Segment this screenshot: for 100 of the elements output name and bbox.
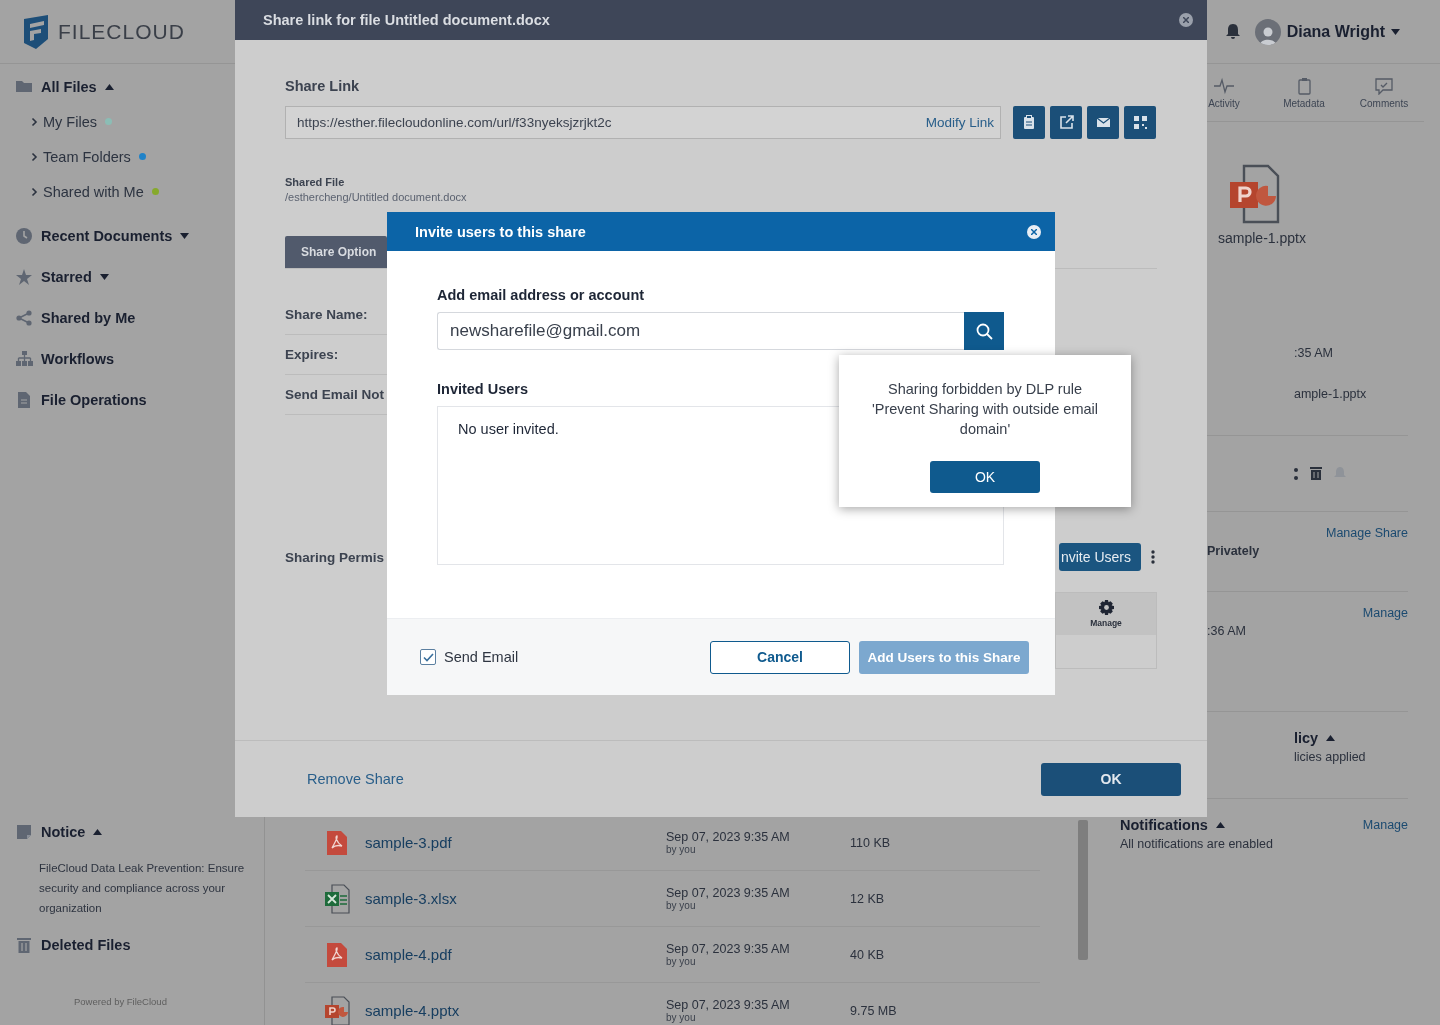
logo-wordmark: FILECLOUD (58, 19, 185, 44)
external-link-button[interactable] (1050, 106, 1082, 139)
ok-button[interactable]: OK (1041, 762, 1181, 796)
chevron-right-icon[interactable] (31, 186, 38, 197)
field-label: Add email address or account (437, 287, 646, 303)
search-button[interactable] (964, 312, 1004, 350)
column-header: Manage (1090, 618, 1122, 628)
modify-link[interactable]: Modify Link (925, 115, 994, 130)
file-size: 12 KB (850, 891, 885, 906)
manage-share-link[interactable]: Manage Share (1326, 526, 1408, 540)
field-label: Share Link (285, 78, 361, 94)
details-tab[interactable]: Comments (1344, 64, 1424, 121)
modified-by: by you (666, 900, 697, 911)
chevron-right-icon[interactable] (31, 151, 38, 162)
modified-by: by you (666, 844, 697, 855)
cancel-button[interactable]: Cancel (710, 640, 850, 674)
empty-state-text: No user invited. (458, 421, 559, 437)
gear-icon (1098, 600, 1114, 615)
avatar-silhouette[interactable] (1254, 18, 1281, 45)
folder-icon (16, 79, 33, 95)
spreadsheet-file-icon (324, 883, 350, 914)
envelope-icon (1095, 115, 1111, 130)
caret-down-icon[interactable] (180, 232, 190, 239)
field-label: Shared File (285, 176, 346, 188)
policy-text: licies applied (1294, 749, 1367, 766)
nav-item-label[interactable]: Shared by Me (41, 309, 136, 326)
file-path: /esthercheng/Untitled document.docx (285, 191, 468, 203)
clock-icon (16, 227, 33, 244)
file-size: 40 KB (850, 947, 885, 962)
file-size: 9.75 MB (850, 1003, 897, 1018)
close-button[interactable] (1179, 13, 1193, 27)
caret-down-icon[interactable] (1391, 28, 1400, 35)
nav-item-label[interactable]: All Files (41, 79, 97, 95)
tab[interactable]: Share Option (285, 236, 387, 268)
alert-message: Sharing forbidden by DLP rule 'Prevent Sharing with outside email domain' (871, 380, 1099, 439)
comment-icon (1374, 76, 1394, 95)
send-email-checkbox[interactable] (420, 649, 436, 665)
file-name-link[interactable]: sample-3.pdf (351, 834, 666, 851)
caret-up-icon[interactable] (93, 828, 103, 835)
bell-icon[interactable] (1224, 23, 1241, 40)
close-button[interactable] (1027, 224, 1041, 239)
caret-up-icon[interactable] (1326, 735, 1336, 741)
activity-icon (1214, 76, 1234, 95)
manage-link[interactable]: Manage (1362, 606, 1408, 620)
share-url-field[interactable]: https://esther.filecloudonline.com/url/f33nyeksjzrjkt2c Modify Link (285, 106, 1001, 139)
email-input[interactable]: newsharefile@gmail.com (437, 312, 964, 350)
nav-item-label[interactable]: Starred (41, 268, 92, 285)
nav-item-label[interactable]: Workflows (41, 350, 115, 367)
details-tab[interactable]: Metadata (1264, 64, 1344, 121)
caret-up-icon[interactable] (104, 84, 114, 90)
pdf-file-icon (326, 942, 348, 967)
file-name-link[interactable]: sample-4.pdf (351, 946, 666, 963)
section-title[interactable]: Notifications (1120, 817, 1208, 833)
nav-item-label[interactable]: Team Folders (43, 148, 131, 165)
external-link-icon (1058, 115, 1074, 130)
powered-by-text: Powered by FileCloud (73, 995, 168, 1007)
nav-item-label[interactable]: File Operations (41, 391, 147, 408)
checkbox-label: Send Email (444, 649, 519, 665)
close-icon[interactable] (1183, 17, 1189, 23)
presentation-file-icon (1228, 164, 1280, 224)
manage-link[interactable]: Manage (1362, 818, 1408, 832)
nav-item-label[interactable]: Shared with Me (43, 183, 144, 200)
nav-item-label[interactable]: Deleted Files (41, 937, 131, 953)
section-title[interactable]: Notice (41, 823, 86, 840)
caret-up-icon[interactable] (1215, 822, 1225, 828)
close-icon[interactable] (1031, 228, 1037, 235)
shield-logo-icon (22, 14, 50, 49)
file-name-link[interactable]: sample-4.pptx (351, 1002, 666, 1019)
ok-button[interactable]: OK (930, 461, 1040, 493)
share-icon (16, 309, 33, 326)
chevron-right-icon[interactable] (31, 116, 38, 127)
document-icon (16, 391, 33, 408)
kebab-menu-icon[interactable] (1149, 549, 1157, 565)
section-title[interactable]: licy (1294, 730, 1319, 746)
presentation-file-icon (324, 995, 350, 1025)
modified-date: Sep 07, 2023 9:35 AM (666, 830, 791, 844)
field-label: Sharing Permis (285, 549, 385, 565)
sitemap-icon (16, 350, 33, 367)
invite-users-button[interactable]: nvite Users (1058, 543, 1141, 571)
caret-down-icon[interactable] (99, 273, 109, 280)
user-name-menu[interactable]: Diana Wright (1286, 22, 1385, 41)
clipboard-icon (1021, 115, 1037, 130)
details-tab[interactable]: Activity (1184, 64, 1264, 121)
star-icon (16, 268, 33, 285)
nav-item-label[interactable]: Recent Documents (41, 227, 173, 244)
preview-file-name: sample-1.pptx (1218, 230, 1307, 246)
clipboard-button[interactable] (1013, 106, 1045, 139)
file-name-link[interactable]: sample-3.xlsx (351, 890, 666, 907)
remove-share-link[interactable]: Remove Share (307, 771, 404, 787)
search-icon[interactable] (975, 322, 993, 340)
notice-text: FileCloud Data Leak Prevention: Ensure security and compliance across your organization (38, 861, 246, 916)
notifications-text: All notifications are enabled (1120, 836, 1274, 853)
trash-icon[interactable] (1310, 467, 1322, 480)
qr-code-button[interactable] (1124, 106, 1156, 139)
qr-code-icon (1132, 115, 1148, 130)
dots-icon[interactable] (1294, 466, 1298, 481)
trash-icon (16, 937, 33, 953)
scrollbar-thumb[interactable] (1078, 820, 1088, 960)
nav-item-label[interactable]: My Files (43, 113, 97, 130)
envelope-button[interactable] (1087, 106, 1119, 139)
